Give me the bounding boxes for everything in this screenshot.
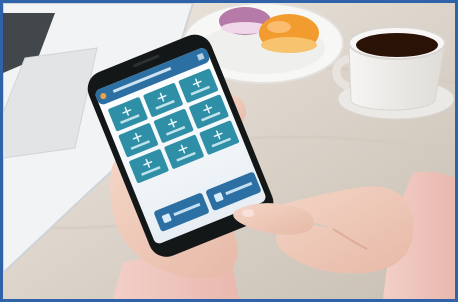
coffee-cup xyxy=(332,26,455,120)
macaron-orange-filling xyxy=(261,37,317,53)
photo-frame xyxy=(0,0,458,302)
coffee-surface xyxy=(356,33,438,57)
pointing-nail xyxy=(242,209,254,217)
macaron-orange-highlight xyxy=(267,21,291,33)
scene xyxy=(3,3,455,299)
